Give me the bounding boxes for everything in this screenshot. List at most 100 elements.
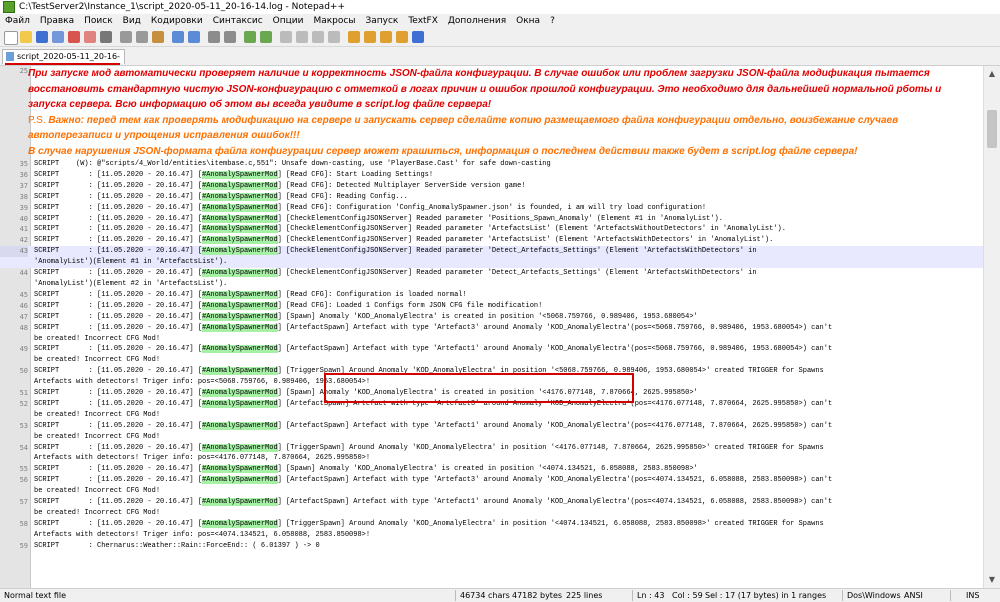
scrollbar-thumb[interactable] xyxy=(987,110,997,148)
find-icon[interactable] xyxy=(208,31,220,43)
save-macro-icon[interactable] xyxy=(412,31,424,43)
status-mode[interactable]: INS xyxy=(966,589,979,602)
log-tag: #AnomalySpawnerMod xyxy=(202,389,278,398)
menu-item[interactable]: Дополнения xyxy=(443,14,511,28)
log-message: ] [Read CFG]: Detected Multiplayer Serve… xyxy=(277,181,526,190)
scroll-up-icon[interactable]: ▲ xyxy=(984,66,1000,82)
log-prefix: SCRIPT : [11.05.2020 - 20.16.47] [ xyxy=(34,389,203,398)
editor[interactable]: 25 При запуске мод автоматически проверя… xyxy=(0,66,1000,588)
log-prefix: SCRIPT : [11.05.2020 - 20.16.47] [ xyxy=(34,225,203,234)
line-number: 38 xyxy=(19,192,28,201)
save-all-icon[interactable] xyxy=(52,31,64,43)
log-prefix: Artefacts with detectors! Triger info: p… xyxy=(34,454,371,463)
sync-scroll-icon[interactable] xyxy=(280,31,292,43)
menu-item[interactable]: TextFX xyxy=(403,14,443,28)
status-chars: 46734 chars xyxy=(460,591,510,600)
scroll-down-icon[interactable]: ▼ xyxy=(984,572,1000,588)
log-tag: #AnomalySpawnerMod xyxy=(202,203,278,212)
menu-item[interactable]: Кодировки xyxy=(146,14,208,28)
log-tag: #AnomalySpawnerMod xyxy=(202,247,278,256)
log-text: SCRIPT : [11.05.2020 - 20.16.47] [#Anoma… xyxy=(34,323,1000,334)
log-message: ] [Read CFG]: Loaded 1 Configs form JSON… xyxy=(277,301,543,310)
save-icon[interactable] xyxy=(36,31,48,43)
editor-text[interactable]: 25 При запуске мод автоматически проверя… xyxy=(0,66,1000,552)
log-line: be created! Incorrect CFG Mod! xyxy=(0,355,1000,366)
print-icon[interactable] xyxy=(100,31,112,43)
cut-icon[interactable] xyxy=(120,31,132,43)
log-line: 49 SCRIPT : [11.05.2020 - 20.16.47] [#Ano… xyxy=(0,344,1000,355)
indent-guide-icon[interactable] xyxy=(328,31,340,43)
menu-item[interactable]: Вид xyxy=(118,14,146,28)
new-file-icon[interactable] xyxy=(4,31,18,45)
menu-item[interactable]: Макросы xyxy=(308,14,360,28)
close-all-icon[interactable] xyxy=(84,31,96,43)
log-prefix: SCRIPT : [11.05.2020 - 20.16.47] [ xyxy=(34,519,203,528)
menu-item[interactable]: Окна xyxy=(511,14,545,28)
log-message: ] [CheckElementConfigJSONServer] Readed … xyxy=(277,269,757,278)
zoom-in-icon[interactable] xyxy=(244,31,256,43)
log-line: 44 SCRIPT : [11.05.2020 - 20.16.47] [#Ano… xyxy=(0,268,1000,279)
log-prefix: SCRIPT : [11.05.2020 - 20.16.47] [ xyxy=(34,312,203,321)
menu-item[interactable]: Правка xyxy=(35,14,79,28)
log-tag: #AnomalySpawnerMod xyxy=(202,519,278,528)
menu-item[interactable]: Запуск xyxy=(360,14,403,28)
log-line: 47 SCRIPT : [11.05.2020 - 20.16.47] [#Ano… xyxy=(0,312,1000,323)
log-prefix: SCRIPT : [11.05.2020 - 20.16.47] [ xyxy=(34,476,203,485)
log-line: 59 SCRIPT : Chernarus::Weather::Rain::For… xyxy=(0,541,1000,552)
status-eol[interactable]: Dos\Windows xyxy=(847,589,901,602)
line-number: 39 xyxy=(19,203,28,212)
run-macro-multiple-icon[interactable] xyxy=(396,31,408,43)
log-text: Artefacts with detectors! Triger info: p… xyxy=(34,453,1000,464)
log-prefix: Artefacts with detectors! Triger info: p… xyxy=(34,378,371,387)
log-prefix: SCRIPT : [11.05.2020 - 20.16.47] [ xyxy=(34,247,203,256)
status-filetype: Normal text file xyxy=(4,591,67,600)
log-tag: #AnomalySpawnerMod xyxy=(202,301,278,310)
log-message: ] [ArtefactSpawn] Artefact with type 'Ar… xyxy=(277,345,833,354)
log-text: 'AnomalyList')(Element #2 in 'ArtefactsL… xyxy=(34,279,1000,290)
annotation-orange-text-2: В случае нарушения JSON-формата файла ко… xyxy=(28,145,858,157)
log-prefix: SCRIPT : [11.05.2020 - 20.16.47] [ xyxy=(34,236,203,245)
show-all-chars-icon[interactable] xyxy=(312,31,324,43)
zoom-out-icon[interactable] xyxy=(260,31,272,43)
paste-icon[interactable] xyxy=(152,31,164,43)
menu-item[interactable]: Поиск xyxy=(79,14,118,28)
undo-icon[interactable] xyxy=(172,31,184,43)
line-number: 56 xyxy=(19,476,28,485)
close-icon[interactable] xyxy=(68,31,80,43)
menu-item[interactable]: Синтаксис xyxy=(208,14,268,28)
log-line: 40 SCRIPT : [11.05.2020 - 20.16.47] [#Ano… xyxy=(0,214,1000,225)
word-wrap-icon[interactable] xyxy=(296,31,308,43)
line-number: 44 xyxy=(19,269,28,278)
log-text: SCRIPT : [11.05.2020 - 20.16.47] [#Anoma… xyxy=(34,170,1000,181)
redo-icon[interactable] xyxy=(188,31,200,43)
log-prefix: be created! Incorrect CFG Mod! xyxy=(34,509,161,517)
copy-icon[interactable] xyxy=(136,31,148,43)
vertical-scrollbar[interactable]: ▲ ▼ xyxy=(983,66,1000,588)
title-bar: C:\TestServer2\Instance_1\script_2020-05… xyxy=(0,0,1000,14)
line-number: 50 xyxy=(19,367,28,376)
log-text: SCRIPT : Chernarus::Weather::Rain::Force… xyxy=(34,541,1000,552)
record-macro-icon[interactable] xyxy=(348,31,360,43)
log-text: be created! Incorrect CFG Mod! xyxy=(34,334,1000,345)
line-number: 42 xyxy=(19,236,28,245)
log-text: Artefacts with detectors! Triger info: p… xyxy=(34,530,1000,541)
log-line: 43 SCRIPT : [11.05.2020 - 20.16.47] [#Ano… xyxy=(0,246,1000,258)
log-tag: #AnomalySpawnerMod xyxy=(202,443,278,452)
log-prefix: SCRIPT : [11.05.2020 - 20.16.47] [ xyxy=(34,421,203,430)
menu-item[interactable]: Файл xyxy=(0,14,35,28)
log-prefix: 'AnomalyList')(Element #2 in 'ArtefactsL… xyxy=(34,279,228,288)
window-title: C:\TestServer2\Instance_1\script_2020-05… xyxy=(19,2,345,12)
log-line: 55 SCRIPT : [11.05.2020 - 20.16.47] [#Ano… xyxy=(0,464,1000,475)
status-lines: 225 lines xyxy=(566,591,603,600)
menu-item[interactable]: ? xyxy=(545,14,560,28)
menu-item[interactable]: Опции xyxy=(268,14,309,28)
status-encoding[interactable]: ANSI xyxy=(904,589,923,602)
tab-script-log[interactable]: script_2020-05-11_20-16-14.log xyxy=(2,49,125,75)
highlight-box xyxy=(324,373,634,403)
log-text: 'AnomalyList')(Element #1 in 'ArtefactsL… xyxy=(34,257,1000,268)
replace-icon[interactable] xyxy=(224,31,236,43)
open-folder-icon[interactable] xyxy=(20,31,32,43)
play-macro-icon[interactable] xyxy=(380,31,392,43)
stop-macro-icon[interactable] xyxy=(364,31,376,43)
log-text: SCRIPT : [11.05.2020 - 20.16.47] [#Anoma… xyxy=(34,519,1000,530)
